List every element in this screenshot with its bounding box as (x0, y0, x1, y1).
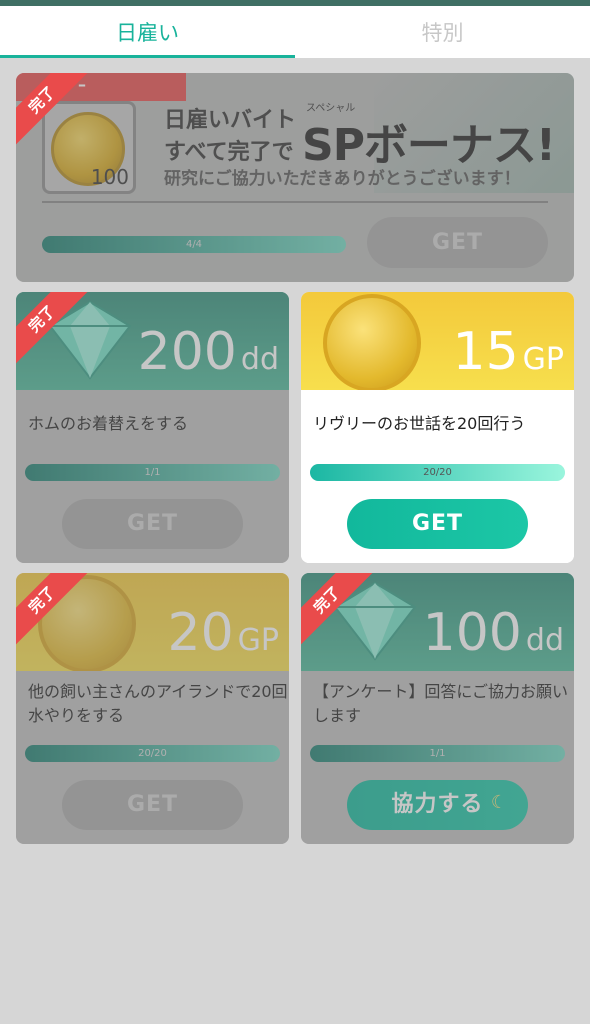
task-progress-text: 20/20 (423, 467, 452, 478)
tab-bar: 日雇い 特別 (0, 6, 590, 58)
bonus-coin-box: 100 (42, 101, 136, 194)
reward-amount: 200 dd (138, 322, 279, 390)
reward-unit: GP (522, 342, 564, 377)
task-title: ホムのお着替えをする (28, 414, 189, 433)
reward-value: 15 (452, 322, 519, 382)
reward-unit: GP (237, 623, 279, 658)
tab-special[interactable]: 特別 (295, 6, 590, 58)
task-title: リヴリーのお世話を20回行う (313, 414, 526, 433)
reward-unit: dd (525, 623, 564, 658)
gp-coin-icon (323, 294, 421, 392)
task-card-outfit: 200 dd 完了 ホムのお着替えをする 1/1 GET (16, 292, 289, 563)
bonus-title-line2: すべて完了で (164, 140, 294, 165)
bonus-progress-bar: 4/4 (42, 236, 346, 253)
reward-value: 20 (167, 603, 234, 663)
reward-value: 100 (422, 603, 522, 663)
reward-amount: 20 GP (167, 603, 279, 671)
bonus-title-line1: 日雇いバイト (164, 108, 297, 133)
moon-icon: ☾ (490, 792, 508, 813)
task-card-care: 15 GP リヴリーのお世話を20回行う 20/20 GET (301, 292, 574, 563)
bonus-get-button[interactable]: GET (367, 217, 548, 268)
bonus-coin-count: 100 (90, 165, 129, 189)
cooperate-button[interactable]: 協力する ☾ (347, 780, 528, 830)
task-progress-text: 1/1 (144, 467, 161, 478)
task-title: 他の飼い主さんのアイランドで20回水やりをする (28, 682, 288, 725)
task-progress-text: 1/1 (429, 748, 446, 759)
tab-special-label: 特別 (421, 21, 464, 45)
task-progress-bar: 20/20 (25, 745, 280, 762)
bonus-subtitle: 研究にご協力いただきありがとうございます！ (164, 169, 521, 189)
reward-amount: 100 dd (423, 603, 564, 671)
task-title: 【アンケート】回答にご協力お願いします (313, 682, 569, 725)
task-progress-bar: 1/1 (310, 745, 565, 762)
bonus-card: – 完了 100 日雇いバイト すべて完了で スペシャル SPボーナス! 研究に… (16, 73, 574, 282)
bonus-divider (42, 201, 548, 203)
reward-header: 15 GP (301, 292, 574, 392)
reward-amount: 15 GP (452, 322, 564, 390)
tab-daily-label: 日雇い (116, 21, 179, 45)
tab-daily[interactable]: 日雇い (0, 6, 295, 58)
reward-unit: dd (240, 342, 279, 377)
task-progress-text: 20/20 (138, 748, 167, 759)
task-card-watering: 20 GP 完了 他の飼い主さんのアイランドで20回水やりをする 20/20 GE… (16, 573, 289, 844)
task-card-survey: 100 dd 完了 【アンケート】回答にご協力お願いします 1/1 協力する ☾ (301, 573, 574, 844)
reward-value: 200 (137, 322, 237, 382)
task-progress-bar: 20/20 (310, 464, 565, 481)
task-progress-bar: 1/1 (25, 464, 280, 481)
get-button[interactable]: GET (347, 499, 528, 549)
cooperate-button-label: 協力する (391, 792, 484, 817)
get-button[interactable]: GET (62, 499, 243, 549)
bonus-progress-text: 4/4 (185, 239, 203, 250)
get-button[interactable]: GET (62, 780, 243, 830)
